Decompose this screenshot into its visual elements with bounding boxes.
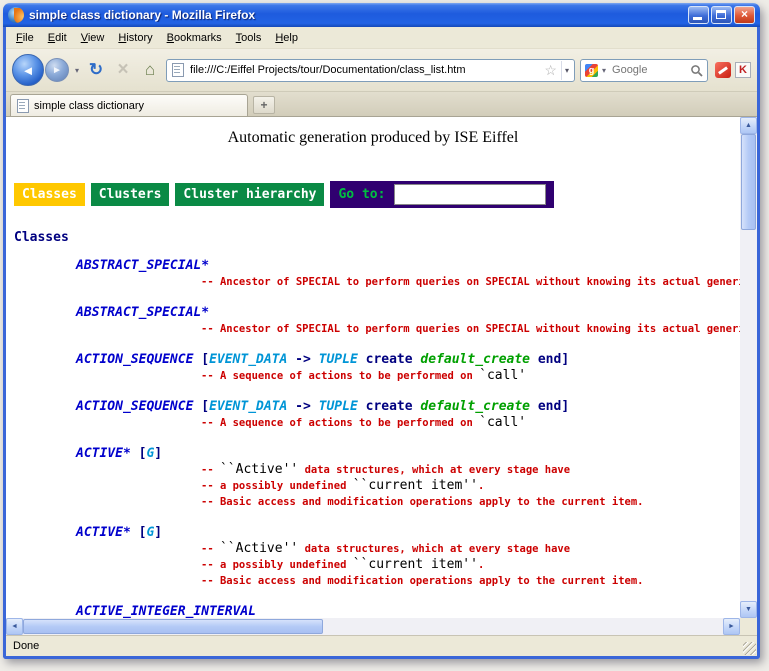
addon-icon-1[interactable] xyxy=(715,62,731,78)
scroll-down-button[interactable]: ▼ xyxy=(740,601,757,618)
tab-favicon xyxy=(17,99,29,113)
feature-link[interactable]: default_create xyxy=(420,352,530,367)
navigation-toolbar: ◄ ► ▾ ↻ × ⌂ ☆ ▾ g ▾ xyxy=(6,49,757,92)
scrollbar-corner xyxy=(740,618,757,635)
page-favicon[interactable] xyxy=(172,63,184,77)
class-link[interactable]: TUPLE xyxy=(319,352,358,367)
menu-file[interactable]: File xyxy=(9,30,41,46)
stop-icon[interactable]: × xyxy=(112,59,134,81)
class-entry: ACTIVE* [G] -- ``Active'' data structure… xyxy=(6,524,740,589)
class-comment: -- A sequence of actions to be performed… xyxy=(201,368,740,384)
class-list: ABSTRACT_SPECIAL* -- Ancestor of SPECIAL… xyxy=(6,257,740,618)
menu-tools[interactable]: Tools xyxy=(229,30,269,46)
scroll-left-button[interactable]: ◄ xyxy=(6,618,23,635)
class-comment: -- ``Active'' data structures, which at … xyxy=(201,462,740,478)
class-comment: -- a possibly undefined ``current item''… xyxy=(201,478,740,494)
search-bar[interactable]: g ▾ xyxy=(580,59,708,82)
page-title: Automatic generation produced by ISE Eif… xyxy=(6,129,740,147)
class-entry: ACTION_SEQUENCE [EVENT_DATA -> TUPLE cre… xyxy=(6,351,740,384)
desktop: simple class dictionary - Mozilla Firefo… xyxy=(0,0,769,671)
clusters-button[interactable]: Clusters xyxy=(91,183,170,206)
horizontal-scroll-thumb[interactable] xyxy=(23,619,323,634)
menu-bar: File Edit View History Bookmarks Tools H… xyxy=(6,27,757,49)
cluster-hierarchy-button[interactable]: Cluster hierarchy xyxy=(175,183,324,206)
class-entry: ACTIVE_INTEGER_INTERVAL xyxy=(6,603,740,618)
search-icon[interactable] xyxy=(690,64,703,77)
class-entry: ABSTRACT_SPECIAL* -- Ancestor of SPECIAL… xyxy=(6,257,740,290)
menu-help[interactable]: Help xyxy=(268,30,305,46)
class-link[interactable]: ACTIVE* xyxy=(76,525,139,540)
tab-label: simple class dictionary xyxy=(34,100,144,112)
browser-viewport: Automatic generation produced by ISE Eif… xyxy=(6,117,757,635)
maximize-button[interactable] xyxy=(711,6,732,24)
class-link[interactable]: TUPLE xyxy=(319,399,358,414)
class-comment: -- Basic access and modification operati… xyxy=(201,573,740,589)
class-comment: -- A sequence of actions to be performed… xyxy=(201,415,740,431)
goto-box: Go to: xyxy=(330,181,554,208)
tab-active[interactable]: simple class dictionary xyxy=(10,94,248,116)
class-link[interactable]: ABSTRACT_SPECIAL* xyxy=(76,305,209,320)
class-entry: ACTIVE* [G] -- ``Active'' data structure… xyxy=(6,445,740,510)
horizontal-scrollbar[interactable]: ◄ ► xyxy=(6,618,740,635)
location-dropdown-icon[interactable]: ▾ xyxy=(561,61,572,80)
goto-input[interactable] xyxy=(394,184,546,205)
class-comment: -- Basic access and modification operati… xyxy=(201,494,740,510)
search-engine-dropdown-icon[interactable]: ▾ xyxy=(601,66,607,75)
class-link[interactable]: EVENT_DATA xyxy=(209,399,287,414)
class-link[interactable]: ACTION_SEQUENCE xyxy=(76,399,201,414)
scroll-up-button[interactable]: ▲ xyxy=(740,117,757,134)
class-comment: -- ``Active'' data structures, which at … xyxy=(201,541,740,557)
class-link[interactable]: EVENT_DATA xyxy=(209,352,287,367)
history-dropdown-icon[interactable]: ▾ xyxy=(74,66,80,75)
home-icon[interactable]: ⌂ xyxy=(139,60,161,80)
vertical-scroll-thumb[interactable] xyxy=(741,134,756,230)
class-comment: -- Ancestor of SPECIAL to perform querie… xyxy=(201,321,740,337)
status-bar: Done xyxy=(6,635,757,656)
resize-grip[interactable] xyxy=(743,642,756,655)
window-title: simple class dictionary - Mozilla Firefo… xyxy=(29,8,683,22)
close-button[interactable]: × xyxy=(734,6,755,24)
classes-button[interactable]: Classes xyxy=(14,183,85,206)
google-logo-icon[interactable]: g xyxy=(585,64,598,77)
url-input[interactable] xyxy=(188,63,540,77)
minimize-button[interactable] xyxy=(688,6,709,24)
location-bar[interactable]: ☆ ▾ xyxy=(166,59,575,82)
goto-label: Go to: xyxy=(338,187,385,202)
menu-history[interactable]: History xyxy=(111,30,159,46)
class-link[interactable]: ACTIVE* xyxy=(76,446,139,461)
classes-heading: Classes xyxy=(14,230,740,245)
class-link[interactable]: ABSTRACT_SPECIAL* xyxy=(76,258,209,273)
firefox-icon xyxy=(8,7,24,23)
forward-button[interactable]: ► xyxy=(45,58,69,82)
class-link[interactable]: ACTION_SEQUENCE xyxy=(76,352,201,367)
class-link[interactable]: ACTIVE_INTEGER_INTERVAL xyxy=(76,604,256,618)
web-page: Automatic generation produced by ISE Eif… xyxy=(6,117,740,618)
menu-bookmarks[interactable]: Bookmarks xyxy=(160,30,229,46)
search-input[interactable] xyxy=(610,63,687,77)
bookmark-star-icon[interactable]: ☆ xyxy=(544,62,557,79)
menu-edit[interactable]: Edit xyxy=(41,30,74,46)
new-tab-button[interactable]: + xyxy=(253,96,275,114)
tab-bar: simple class dictionary + xyxy=(6,92,757,117)
class-entry: ABSTRACT_SPECIAL* -- Ancestor of SPECIAL… xyxy=(6,304,740,337)
titlebar[interactable]: simple class dictionary - Mozilla Firefo… xyxy=(3,3,760,27)
class-entry: ACTION_SEQUENCE [EVENT_DATA -> TUPLE cre… xyxy=(6,398,740,431)
class-comment: -- a possibly undefined ``current item''… xyxy=(201,557,740,573)
doc-nav-bar: Classes Clusters Cluster hierarchy Go to… xyxy=(14,181,740,208)
scroll-right-button[interactable]: ► xyxy=(723,618,740,635)
menu-view[interactable]: View xyxy=(74,30,112,46)
status-text: Done xyxy=(13,640,39,652)
browser-window: simple class dictionary - Mozilla Firefo… xyxy=(3,3,760,659)
addon-icon-2[interactable]: K xyxy=(735,62,751,78)
vertical-scrollbar[interactable]: ▲ ▼ xyxy=(740,117,757,618)
back-button[interactable]: ◄ xyxy=(12,54,44,86)
feature-link[interactable]: default_create xyxy=(420,399,530,414)
refresh-icon[interactable]: ↻ xyxy=(85,60,107,80)
class-comment: -- Ancestor of SPECIAL to perform querie… xyxy=(201,274,740,290)
